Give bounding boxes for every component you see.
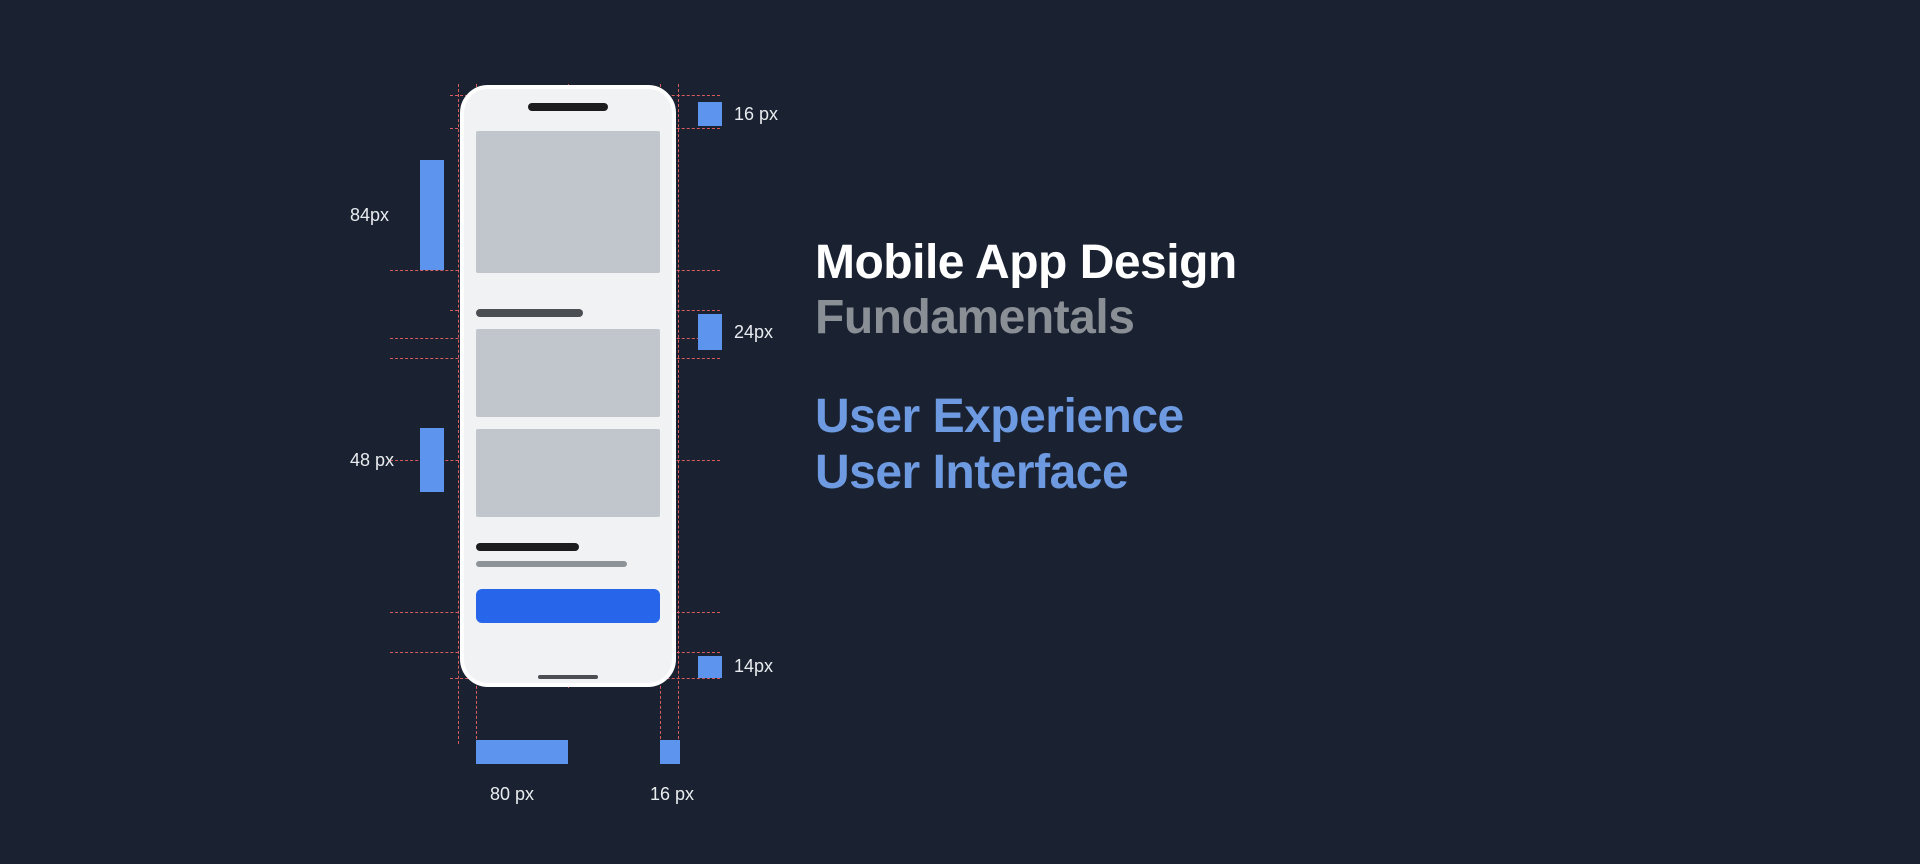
measure-swatch xyxy=(420,160,444,270)
status-bar-pill xyxy=(528,103,608,111)
headline-block: Mobile App Design Fundamentals User Expe… xyxy=(815,235,1237,500)
title-line-1: Mobile App Design xyxy=(815,235,1237,290)
measure-label-16-top: 16 px xyxy=(734,104,778,125)
text-line-mid xyxy=(476,561,627,567)
measure-label-16-bottom: 16 px xyxy=(650,784,694,805)
measure-label-48: 48 px xyxy=(350,450,394,471)
measure-label-14: 14px xyxy=(734,656,773,677)
measure-swatch xyxy=(476,740,568,764)
title-line-2: Fundamentals xyxy=(815,290,1237,345)
subhead-line-1: User Experience xyxy=(815,389,1237,444)
guide-line xyxy=(678,84,679,744)
measure-label-24: 24px xyxy=(734,322,773,343)
text-line-dark xyxy=(476,543,579,551)
phone-spec-diagram: 16 px 84px 24px 48 px 14px 80 px 16 px xyxy=(330,60,800,840)
subhead-line-2: User Interface xyxy=(815,445,1237,500)
measure-swatch xyxy=(698,656,722,678)
measure-label-84: 84px xyxy=(350,205,389,226)
measure-swatch xyxy=(660,740,680,764)
content-block xyxy=(476,429,660,517)
hero-placeholder xyxy=(476,131,660,273)
home-indicator xyxy=(538,675,598,679)
phone-frame xyxy=(460,85,676,687)
content-block xyxy=(476,329,660,417)
measure-swatch xyxy=(698,314,722,350)
measure-label-80: 80 px xyxy=(490,784,534,805)
measure-swatch xyxy=(420,428,444,492)
measure-swatch xyxy=(698,102,722,126)
cta-button-placeholder xyxy=(476,589,660,623)
heading-placeholder xyxy=(476,309,583,317)
guide-line xyxy=(458,84,459,744)
